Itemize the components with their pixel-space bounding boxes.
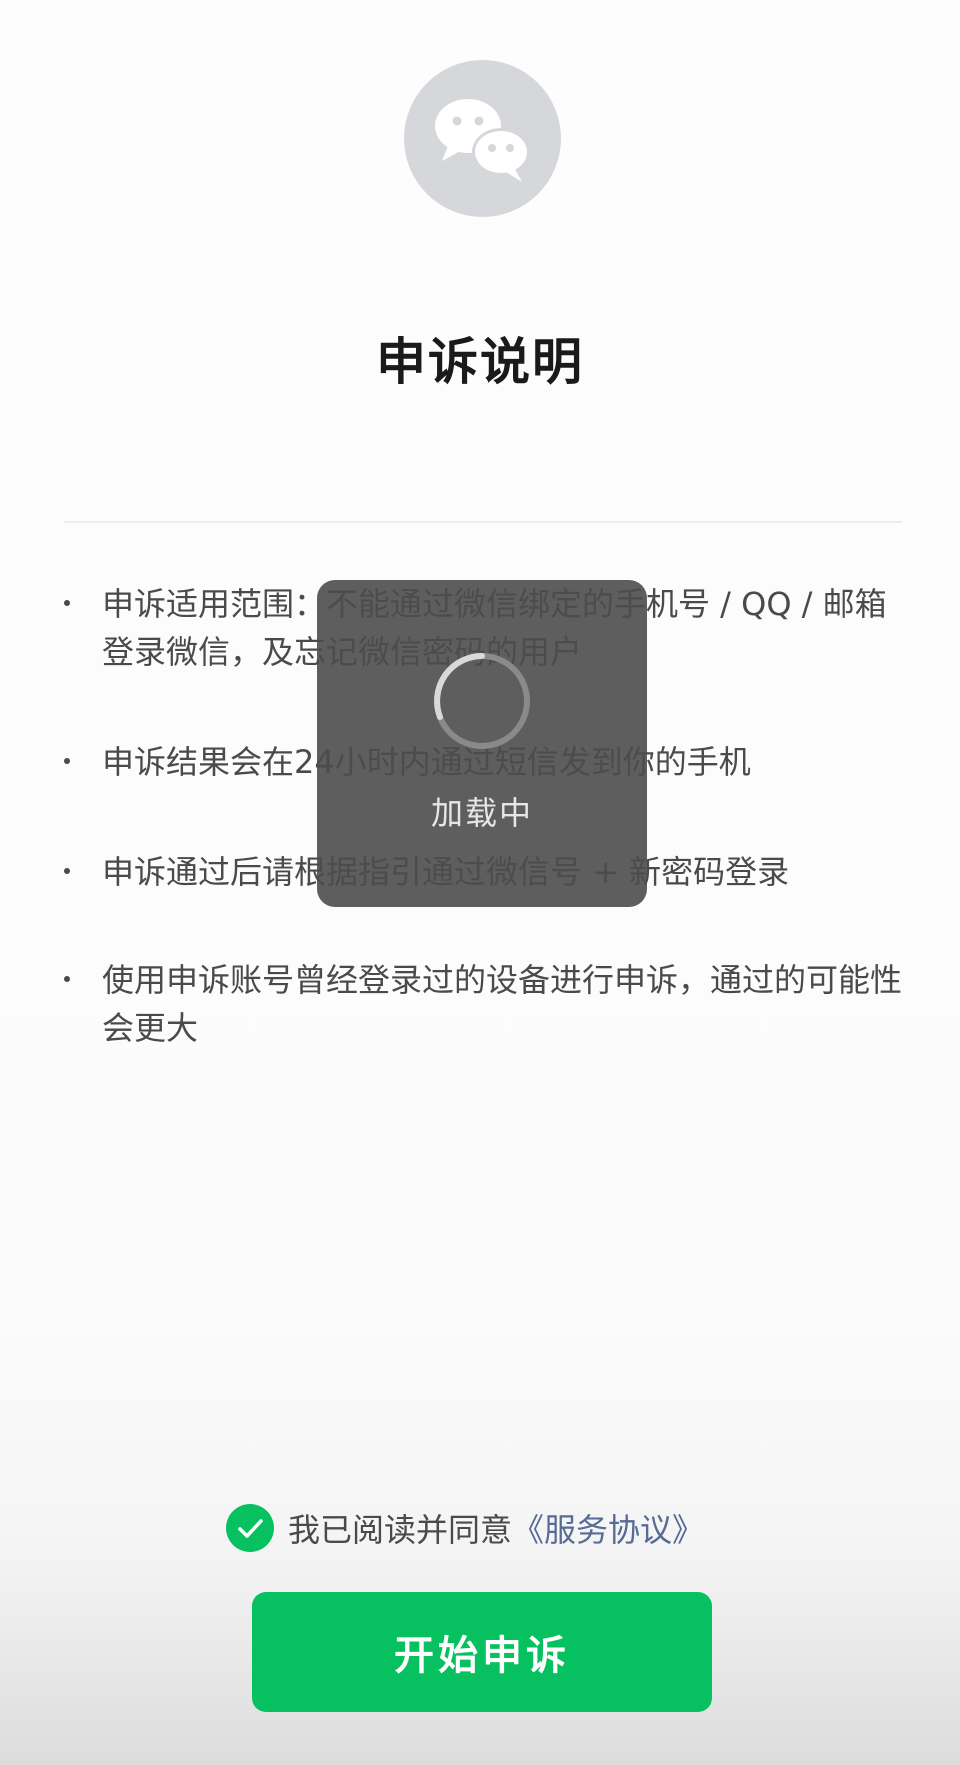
bullet-icon — [64, 868, 70, 874]
loading-spinner-icon — [431, 650, 533, 752]
list-item-text: 使用申诉账号曾经登录过的设备进行申诉，通过的可能性会更大 — [102, 961, 903, 1047]
page-title: 申诉说明 — [376, 333, 584, 391]
loading-text: 加载中 — [430, 794, 533, 832]
bullet-icon — [64, 758, 70, 764]
start-appeal-button[interactable]: 开始申诉 — [252, 1592, 712, 1712]
divider — [64, 521, 902, 523]
bullet-icon — [64, 976, 70, 982]
wechat-logo-icon — [404, 60, 561, 217]
bullet-icon — [64, 600, 70, 606]
loading-toast: 加载中 — [317, 580, 647, 907]
agreement-label: 我已阅读并同意 — [288, 1511, 513, 1549]
agreement-row: 我已阅读并同意 《服务协议》 — [226, 1503, 704, 1553]
service-agreement-link[interactable]: 《服务协议》 — [512, 1505, 704, 1551]
check-circle-icon[interactable] — [226, 1504, 274, 1552]
appeal-page: 申诉说明 申诉适用范围：不能通过微信绑定的手机号 / QQ / 邮箱登录微信，及… — [0, 0, 960, 1765]
